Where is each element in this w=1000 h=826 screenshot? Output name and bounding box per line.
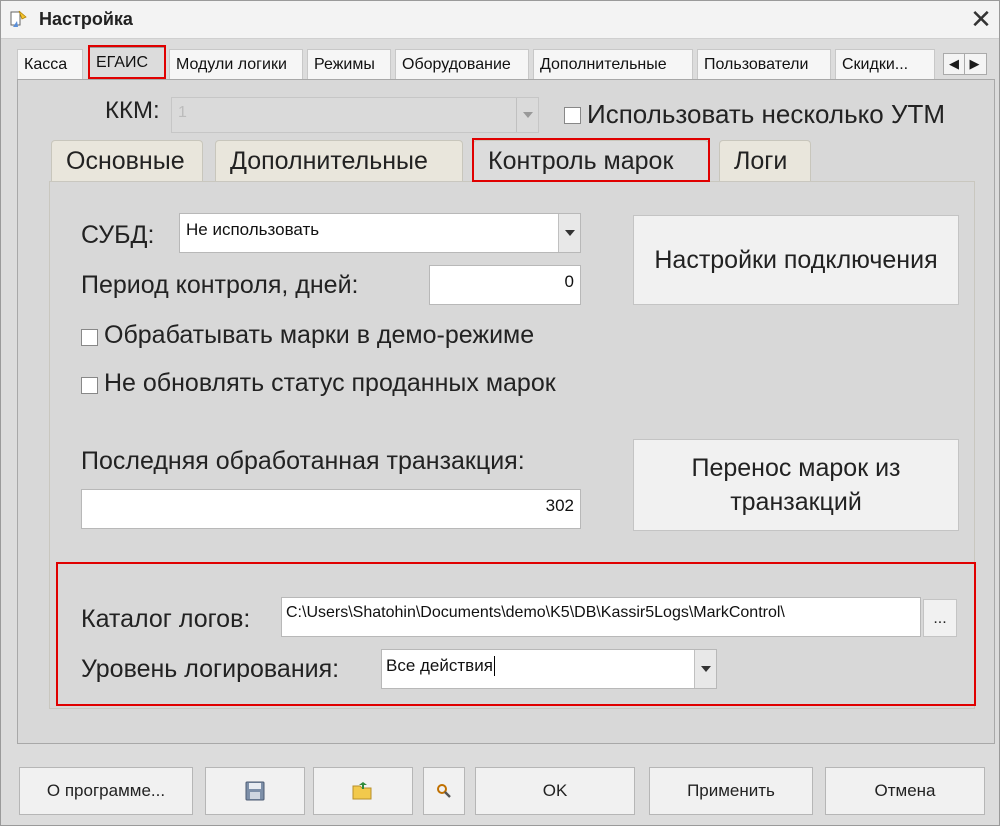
inner-tab-additional[interactable]: Дополнительные	[215, 140, 463, 182]
save-button[interactable]	[205, 767, 305, 815]
tab-egais[interactable]: ЕГАИС	[89, 47, 165, 80]
inner-tab-logs[interactable]: Логи	[719, 140, 811, 182]
subd-value: Не использовать	[186, 220, 320, 239]
log-level-label: Уровень логирования:	[81, 655, 340, 683]
transfer-marks-button[interactable]: Перенос марок из транзакций	[633, 439, 959, 531]
log-dir-value: C:\Users\Shatohin\Documents\demo\K5\DB\K…	[286, 604, 785, 621]
kkm-value: 1	[178, 104, 187, 121]
multi-utm-label: Использовать несколько УТМ	[587, 99, 946, 129]
kkm-label: ККМ:	[105, 97, 160, 124]
open-button[interactable]	[313, 767, 413, 815]
tab-logic-modules[interactable]: Модули логики	[169, 49, 303, 79]
kkm-dropdown-icon[interactable]	[516, 98, 538, 132]
log-level-select[interactable]: Все действия	[381, 649, 717, 689]
multi-utm-checkbox[interactable]	[564, 107, 581, 124]
inner-tab-mark-control[interactable]: Контроль марок	[473, 140, 709, 182]
connection-settings-button[interactable]: Настройки подключения	[633, 215, 959, 305]
browse-button[interactable]: ...	[923, 599, 957, 637]
ok-button[interactable]: OK	[475, 767, 635, 815]
tab-scroll-arrows: ◀ ▶	[943, 53, 987, 75]
close-icon: ✕	[970, 4, 992, 34]
no-status-update-checkbox[interactable]	[81, 377, 98, 394]
tab-modes[interactable]: Режимы	[307, 49, 391, 79]
subd-select[interactable]: Не использовать	[179, 213, 581, 253]
log-level-dropdown-icon[interactable]	[694, 650, 716, 688]
log-dir-input[interactable]: C:\Users\Shatohin\Documents\demo\K5\DB\K…	[281, 597, 921, 637]
inner-tab-main[interactable]: Основные	[51, 140, 203, 182]
tab-discounts[interactable]: Скидки...	[835, 49, 935, 79]
period-label: Период контроля, дней:	[81, 271, 359, 299]
scroll-right-icon[interactable]: ▶	[964, 54, 984, 74]
top-tab-bar: Касса ЕГАИС Модули логики Режимы Оборудо…	[17, 47, 987, 80]
title-bar: Настройка ✕	[1, 1, 999, 39]
log-level-value: Все действия	[386, 656, 495, 676]
demo-mode-checkbox[interactable]	[81, 329, 98, 346]
last-transaction-value: 302	[545, 496, 574, 515]
log-dir-label: Каталог логов:	[81, 605, 251, 633]
scroll-left-icon[interactable]: ◀	[944, 54, 964, 74]
settings-app-icon	[10, 10, 27, 27]
magnifier-icon	[437, 784, 451, 798]
no-status-update-label: Не обновлять статус проданных марок	[104, 369, 556, 397]
floppy-disk-icon	[245, 781, 265, 801]
period-value: 0	[564, 272, 574, 291]
demo-mode-label: Обрабатывать марки в демо-режиме	[104, 321, 535, 349]
tab-kassa[interactable]: Касса	[17, 49, 83, 79]
close-button[interactable]: ✕	[967, 5, 995, 33]
apply-button[interactable]: Применить	[649, 767, 813, 815]
kkm-select[interactable]: 1	[171, 97, 539, 133]
tab-users[interactable]: Пользователи	[697, 49, 831, 79]
search-button[interactable]	[423, 767, 465, 815]
last-transaction-input[interactable]: 302	[81, 489, 581, 529]
about-button[interactable]: О программе...	[19, 767, 193, 815]
subd-label: СУБД:	[81, 221, 155, 249]
tab-additional[interactable]: Дополнительные	[533, 49, 693, 79]
window-title: Настройка	[39, 9, 133, 29]
period-input[interactable]: 0	[429, 265, 581, 305]
tab-equipment[interactable]: Оборудование	[395, 49, 529, 79]
cancel-button[interactable]: Отмена	[825, 767, 985, 815]
settings-window: Настройка ✕ Касса ЕГАИС Модули логики Ре…	[0, 0, 1000, 826]
last-transaction-label: Последняя обработанная транзакция:	[81, 447, 525, 475]
folder-open-icon	[352, 782, 372, 800]
subd-dropdown-icon[interactable]	[558, 214, 580, 252]
